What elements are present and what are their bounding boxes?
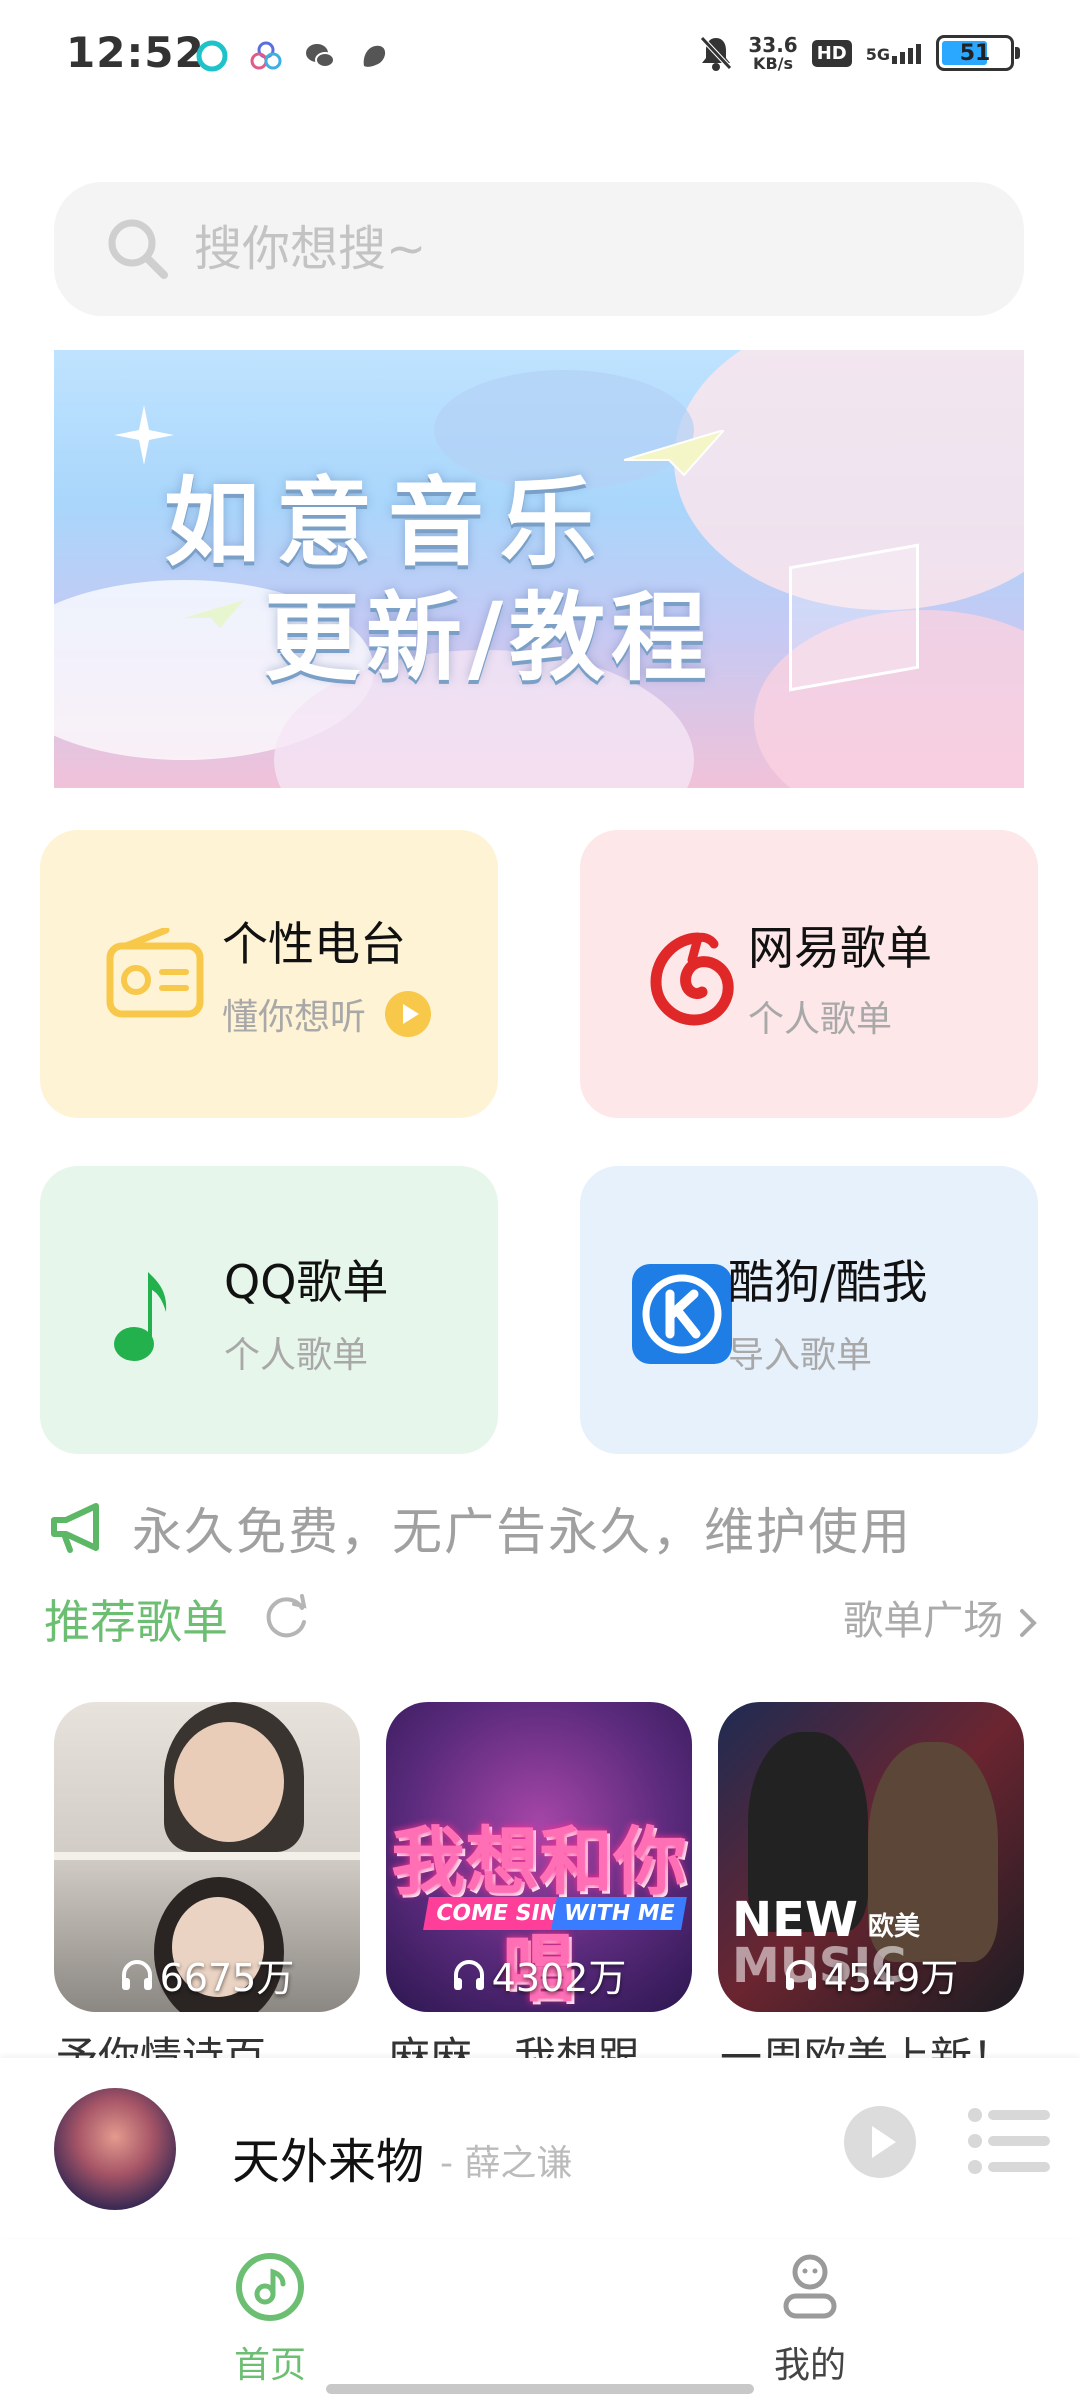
album-art[interactable]: [54, 2088, 176, 2210]
song-title: 天外来物: [232, 2134, 425, 2190]
play-count-value: 4302万: [491, 1956, 627, 2000]
radio-title: 个性电台: [222, 917, 406, 971]
signal-bars-icon: [892, 44, 921, 64]
battery-indicator: 51: [936, 35, 1020, 71]
cover-divider: [54, 1852, 360, 1860]
cover-tag: WITH ME: [551, 1897, 688, 1930]
search-bar[interactable]: [54, 182, 1024, 316]
playlist-queue-icon[interactable]: [968, 2108, 1050, 2174]
hd-badge: HD: [811, 39, 852, 67]
paper-plane-icon: [184, 600, 244, 628]
headphones-icon: [121, 1959, 152, 1990]
play-circle-icon[interactable]: [384, 990, 432, 1038]
play-count: 4302万: [386, 1947, 692, 2002]
qq-subtitle: 个人歌单: [224, 1335, 369, 1376]
headphones-icon: [453, 1959, 484, 1990]
app-notification-icon: [363, 45, 386, 67]
notice-bar: 永久免费，无广告永久，维护使用: [50, 1492, 912, 1564]
promo-banner[interactable]: 如意音乐 更新/教程: [54, 350, 1024, 788]
megaphone-icon: [51, 1503, 99, 1553]
battery-level: 51: [959, 40, 991, 66]
app-notification-icon: [196, 40, 228, 72]
recommend-header: 推荐歌单 歌单广场: [44, 1586, 1040, 1649]
play-button[interactable]: [842, 2104, 918, 2180]
qq-title: QQ歌单: [224, 1255, 389, 1309]
wechat-icon: [306, 44, 335, 68]
cube-mascot: [789, 543, 919, 692]
app-notification-icon: [250, 41, 282, 70]
signal-indicator: 5G: [866, 42, 922, 64]
playlist-plaza-label: 歌单广场: [843, 1598, 1004, 1644]
radio-subtitle: 懂你想听: [222, 997, 367, 1038]
recommend-title: 推荐歌单: [44, 1595, 228, 1649]
play-count-value: 6675万: [159, 1956, 295, 2000]
net-speed-value: 33.6: [748, 33, 798, 57]
home-indicator[interactable]: [326, 2384, 754, 2394]
netease-title: 网易歌单: [748, 921, 932, 975]
music-disc-icon: [236, 2253, 304, 2321]
status-time: 12:52: [66, 28, 205, 77]
search-icon: [108, 219, 168, 279]
net-speed-unit: KB/s: [753, 54, 794, 73]
notification-icons: [196, 40, 390, 72]
radio-icon: [106, 928, 204, 1018]
playlist-plaza-link[interactable]: 歌单广场: [843, 1588, 1040, 1646]
nav-mine-label: 我的: [773, 2345, 846, 2386]
playlist-card[interactable]: NEW 欧美 MUSIC 4549万: [718, 1702, 1024, 2012]
search-input[interactable]: [194, 221, 894, 277]
nav-home[interactable]: 首页: [200, 2252, 340, 2388]
kugou-icon: [632, 1264, 732, 1364]
qq-music-icon: [114, 1272, 167, 1361]
kugou-title: 酷狗/酷我: [728, 1255, 928, 1309]
nav-mine[interactable]: 我的: [740, 2252, 880, 2388]
status-bar: 12:52 33.6 KB/s HD 5G 51: [0, 0, 1080, 120]
network-type: 5G: [865, 45, 890, 64]
cover-face: [174, 1722, 284, 1842]
mini-player[interactable]: 天外来物 - 薛之谦: [0, 2058, 1080, 2238]
qq-card[interactable]: QQ歌单 个人歌单: [40, 1166, 498, 1454]
chevron-right-icon: [1020, 1609, 1037, 1637]
netease-music-icon: [650, 932, 734, 1026]
mute-bell-icon: [700, 36, 733, 71]
paper-plane-icon: [624, 430, 724, 477]
netease-card[interactable]: 网易歌单 个人歌单: [580, 830, 1038, 1118]
nav-home-label: 首页: [233, 2345, 306, 2386]
kugou-subtitle: 导入歌单: [728, 1335, 873, 1376]
user-icon: [783, 2254, 837, 2319]
playlist-card[interactable]: 6675万: [54, 1702, 360, 2012]
song-artist: - 薛之谦: [440, 2143, 573, 2184]
play-count: 6675万: [54, 1947, 360, 2002]
netease-subtitle: 个人歌单: [748, 999, 893, 1040]
playlist-card[interactable]: 我想和你唱 COME SING WITH ME 4302万: [386, 1702, 692, 2012]
play-count: 4549万: [718, 1947, 1024, 2002]
notice-text: 永久免费，无广告永久，维护使用: [132, 1503, 912, 1561]
banner-subtitle: 更新/教程: [264, 582, 714, 694]
net-speed: 33.6 KB/s: [748, 34, 797, 72]
play-count-value: 4549万: [823, 1956, 959, 2000]
kugou-card[interactable]: 酷狗/酷我 导入歌单: [580, 1166, 1038, 1454]
refresh-icon[interactable]: [262, 1592, 312, 1642]
headphones-icon: [785, 1959, 816, 1990]
system-icons: 33.6 KB/s HD 5G 51: [698, 34, 1020, 72]
radio-card[interactable]: 个性电台 懂你想听: [40, 830, 498, 1118]
